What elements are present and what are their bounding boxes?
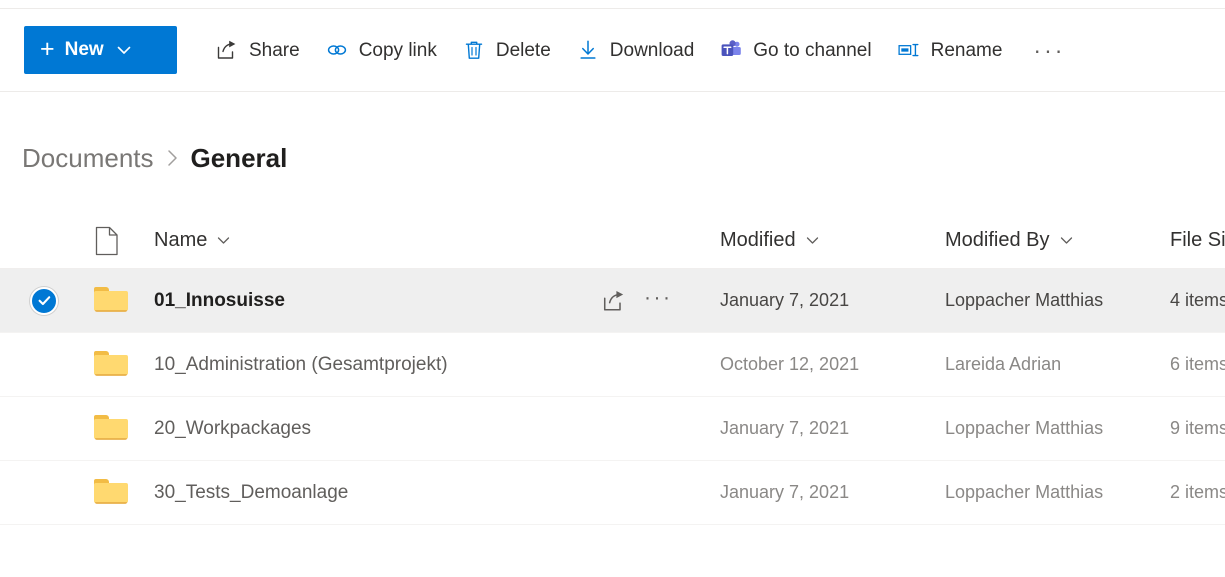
new-button[interactable]: + New <box>24 26 177 74</box>
rename-icon <box>898 39 920 61</box>
row-size-cell: 2 items <box>1170 482 1225 503</box>
row-icon-cell <box>88 351 154 378</box>
row-icon-cell <box>88 415 154 442</box>
teams-icon <box>720 39 742 61</box>
row-modified-by-label: Loppacher Matthias <box>945 418 1104 438</box>
row-modified-by-cell: Loppacher Matthias <box>945 290 1170 311</box>
breadcrumb: Documents General <box>22 138 287 178</box>
toolbar-overflow-button[interactable]: ··· <box>1027 26 1071 74</box>
chevron-down-icon <box>216 233 231 248</box>
share-icon <box>216 39 238 61</box>
new-button-label: New <box>64 39 104 60</box>
modified-column-header[interactable]: Modified <box>720 229 945 252</box>
go-to-channel-label: Go to channel <box>753 39 872 61</box>
row-modified-by-cell: Lareida Adrian <box>945 354 1170 375</box>
row-modified-cell: January 7, 2021 <box>720 290 945 311</box>
row-name-label[interactable]: 01_Innosuisse <box>154 290 285 312</box>
row-name-cell[interactable]: 30_Tests_Demoanlage <box>154 482 602 504</box>
row-modified-by-label: Loppacher Matthias <box>945 482 1104 502</box>
table-row[interactable]: 10_Administration (Gesamtprojekt) October… <box>0 333 1225 397</box>
modified-by-column-header[interactable]: Modified By <box>945 229 1170 252</box>
rename-label: Rename <box>930 39 1003 61</box>
download-button[interactable]: Download <box>564 26 708 74</box>
folder-icon <box>94 415 128 442</box>
row-more-button[interactable]: ··· <box>644 287 672 314</box>
delete-button[interactable]: Delete <box>450 26 564 74</box>
row-modified-cell: January 7, 2021 <box>720 482 945 503</box>
chevron-down-icon <box>1059 233 1074 248</box>
modified-column-label: Modified <box>720 229 796 251</box>
row-name-cell[interactable]: 01_Innosuisse <box>154 290 602 312</box>
row-size-label: 2 items <box>1170 482 1225 502</box>
row-modified-cell: October 12, 2021 <box>720 354 945 375</box>
row-size-label: 4 items <box>1170 290 1225 310</box>
row-size-cell: 6 items <box>1170 354 1225 375</box>
breadcrumb-item-documents[interactable]: Documents <box>22 143 154 174</box>
row-name-cell[interactable]: 10_Administration (Gesamtprojekt) <box>154 354 602 376</box>
name-column-header[interactable]: Name <box>154 229 602 252</box>
file-list-header: Name Modified Modified By File Si <box>0 213 1225 269</box>
chevron-down-icon <box>805 233 820 248</box>
row-name-cell[interactable]: 20_Workpackages <box>154 418 602 440</box>
row-modified-label: January 7, 2021 <box>720 418 850 438</box>
row-share-icon[interactable] <box>602 289 626 313</box>
rename-button[interactable]: Rename <box>885 26 1016 74</box>
row-modified-by-label: Loppacher Matthias <box>945 290 1104 310</box>
row-modified-by-cell: Loppacher Matthias <box>945 482 1170 503</box>
row-checkbox[interactable] <box>30 286 58 315</box>
copy-link-label: Copy link <box>358 39 437 61</box>
file-size-column-label: File Size <box>1170 229 1225 251</box>
share-button[interactable]: Share <box>203 26 313 74</box>
copy-link-button[interactable]: Copy link <box>313 26 450 74</box>
file-type-column-header[interactable] <box>88 226 154 256</box>
row-modified-label: January 7, 2021 <box>720 290 850 310</box>
file-list: Name Modified Modified By File Si 01_Inn… <box>0 213 1225 525</box>
row-modified-by-cell: Loppacher Matthias <box>945 418 1170 439</box>
chevron-right-icon <box>162 147 183 169</box>
command-bar: + New Share Copy link Delete Download Go… <box>0 8 1225 92</box>
toolbar-overflow-label: ··· <box>1033 36 1066 63</box>
row-select-cell[interactable] <box>0 286 88 315</box>
chevron-down-icon <box>116 42 132 58</box>
row-size-cell: 4 items <box>1170 290 1225 311</box>
document-icon <box>94 226 120 256</box>
breadcrumb-item-general[interactable]: General <box>191 143 288 174</box>
folder-icon <box>94 479 128 506</box>
row-size-label: 6 items <box>1170 354 1225 374</box>
row-icon-cell <box>88 287 154 314</box>
row-icon-cell <box>88 479 154 506</box>
row-modified-label: October 12, 2021 <box>720 354 860 374</box>
row-modified-label: January 7, 2021 <box>720 482 850 502</box>
plus-icon: + <box>40 34 55 63</box>
table-row[interactable]: 20_Workpackages January 7, 2021 Loppacher … <box>0 397 1225 461</box>
row-name-label[interactable]: 20_Workpackages <box>154 418 311 440</box>
go-to-channel-button[interactable]: Go to channel <box>707 26 884 74</box>
download-icon <box>577 39 599 61</box>
delete-label: Delete <box>495 39 551 61</box>
row-modified-by-label: Lareida Adrian <box>945 354 1062 374</box>
share-label: Share <box>249 39 300 61</box>
file-list-body: 01_Innosuisse ··· January 7, 2021 Loppacher… <box>0 269 1225 525</box>
row-actions-cell: ··· <box>602 287 720 314</box>
link-icon <box>326 39 348 61</box>
row-size-cell: 9 items <box>1170 418 1225 439</box>
table-row[interactable]: 01_Innosuisse ··· January 7, 2021 Loppacher… <box>0 269 1225 333</box>
trash-icon <box>463 39 485 61</box>
modified-by-column-label: Modified By <box>945 229 1050 251</box>
row-modified-cell: January 7, 2021 <box>720 418 945 439</box>
row-size-label: 9 items <box>1170 418 1225 438</box>
row-name-label[interactable]: 30_Tests_Demoanlage <box>154 482 348 504</box>
download-label: Download <box>609 39 695 61</box>
row-name-label[interactable]: 10_Administration (Gesamtprojekt) <box>154 354 448 376</box>
name-column-label: Name <box>154 229 208 251</box>
folder-icon <box>94 287 128 314</box>
table-row[interactable]: 30_Tests_Demoanlage January 7, 2021 Loppac… <box>0 461 1225 525</box>
folder-icon <box>94 351 128 378</box>
file-size-column-header[interactable]: File Size <box>1170 229 1225 252</box>
